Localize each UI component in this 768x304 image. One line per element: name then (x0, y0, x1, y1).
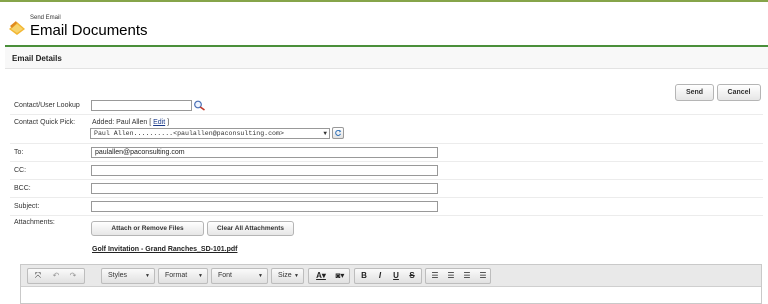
size-dropdown[interactable]: Size ▼ (271, 268, 304, 284)
added-suffix: ] (167, 119, 170, 126)
align-right-icon[interactable]: ☰ (460, 269, 474, 283)
quick-pick-added: Added: Paul Allen [ Edit ] (92, 119, 169, 126)
row-divider (10, 114, 763, 115)
underline-icon[interactable]: U (389, 269, 403, 283)
chevron-down-icon: ▼ (294, 273, 299, 279)
quick-pick-select[interactable]: Paul Allen..........<paulallen@paconsult… (90, 128, 330, 139)
row-divider (10, 197, 763, 198)
page-title: Email Documents (30, 22, 148, 39)
bold-icon[interactable]: B (357, 269, 371, 283)
alignment-group: ☰ ☰ ☰ ☰ (425, 268, 491, 284)
to-field[interactable]: paulallen@paconsulting.com (91, 147, 438, 158)
align-center-icon[interactable]: ☰ (444, 269, 458, 283)
added-prefix: Added: Paul Allen [ (92, 119, 152, 126)
attach-remove-files-button[interactable]: Attach or Remove Files (91, 221, 204, 236)
refresh-icon[interactable] (332, 127, 344, 139)
quick-pick-label: Contact Quick Pick: (14, 119, 76, 126)
panel-header: Email Details (5, 47, 768, 69)
background-color-icon[interactable]: ◙▾ (331, 269, 349, 283)
align-justify-icon[interactable]: ☰ (476, 269, 490, 283)
quick-pick-selected-value: Paul Allen..........<paulallen@paconsult… (94, 130, 284, 137)
to-label: To: (14, 149, 24, 156)
chevron-down-icon: ▼ (258, 273, 263, 279)
page-subtitle: Send Email (30, 15, 61, 21)
bcc-field[interactable] (91, 183, 438, 194)
history-group: ⤧ ↶ ↷ (27, 268, 85, 284)
italic-icon[interactable]: I (373, 269, 387, 283)
attachments-label: Attachments: (14, 219, 55, 226)
align-left-icon[interactable]: ☰ (428, 269, 442, 283)
font-dropdown[interactable]: Font ▼ (211, 268, 268, 284)
font-label: Font (218, 272, 233, 279)
row-divider (10, 143, 763, 144)
bcc-label: BCC: (14, 185, 31, 192)
clear-all-attachments-button[interactable]: Clear All Attachments (207, 221, 294, 236)
edit-link[interactable]: Edit (153, 119, 165, 126)
format-dropdown[interactable]: Format ▼ (158, 268, 208, 284)
styles-label: Styles (108, 272, 128, 279)
attachment-file-link[interactable]: Golf Invitation - Grand Ranches_SD-101.p… (92, 246, 237, 253)
size-label: Size (278, 272, 292, 279)
undo-icon[interactable]: ↶ (49, 269, 63, 283)
text-color-icon[interactable]: A▾ (312, 269, 330, 283)
chevron-down-icon: ▼ (145, 273, 150, 279)
email-documents-icon (9, 21, 25, 35)
strikethrough-icon[interactable]: S (405, 269, 419, 283)
redo-icon[interactable]: ↷ (66, 269, 80, 283)
lookup-search-icon[interactable] (193, 100, 206, 111)
page-header: Send Email Email Documents (0, 2, 768, 46)
format-label: Format (165, 272, 188, 279)
chevron-down-icon: ▼ (198, 273, 203, 279)
row-divider (10, 161, 763, 162)
maximize-icon[interactable]: ⤧ (31, 269, 45, 283)
dropdown-arrow-icon: ▼ (323, 130, 327, 137)
cc-field[interactable] (91, 165, 438, 176)
color-group: A▾ ◙▾ (308, 268, 350, 284)
row-divider (10, 179, 763, 180)
styles-dropdown[interactable]: Styles ▼ (101, 268, 155, 284)
contact-lookup-label: Contact/User Lookup (14, 102, 80, 109)
cc-label: CC: (14, 167, 27, 174)
cancel-button[interactable]: Cancel (717, 84, 761, 101)
editor-toolbar: ⤧ ↶ ↷ Styles ▼ Format ▼ Font ▼ Size ▼ A▾ ◙▾ … (21, 265, 761, 287)
rich-text-editor[interactable]: ⤧ ↶ ↷ Styles ▼ Format ▼ Font ▼ Size ▼ A▾ ◙▾ … (20, 264, 762, 304)
subject-field[interactable] (91, 201, 438, 212)
row-divider (10, 215, 763, 216)
basic-styles-group: B I U S (354, 268, 422, 284)
send-button[interactable]: Send (675, 84, 714, 101)
subject-label: Subject: (14, 203, 40, 210)
contact-lookup-input[interactable] (91, 100, 192, 111)
panel-title: Email Details (12, 54, 62, 63)
